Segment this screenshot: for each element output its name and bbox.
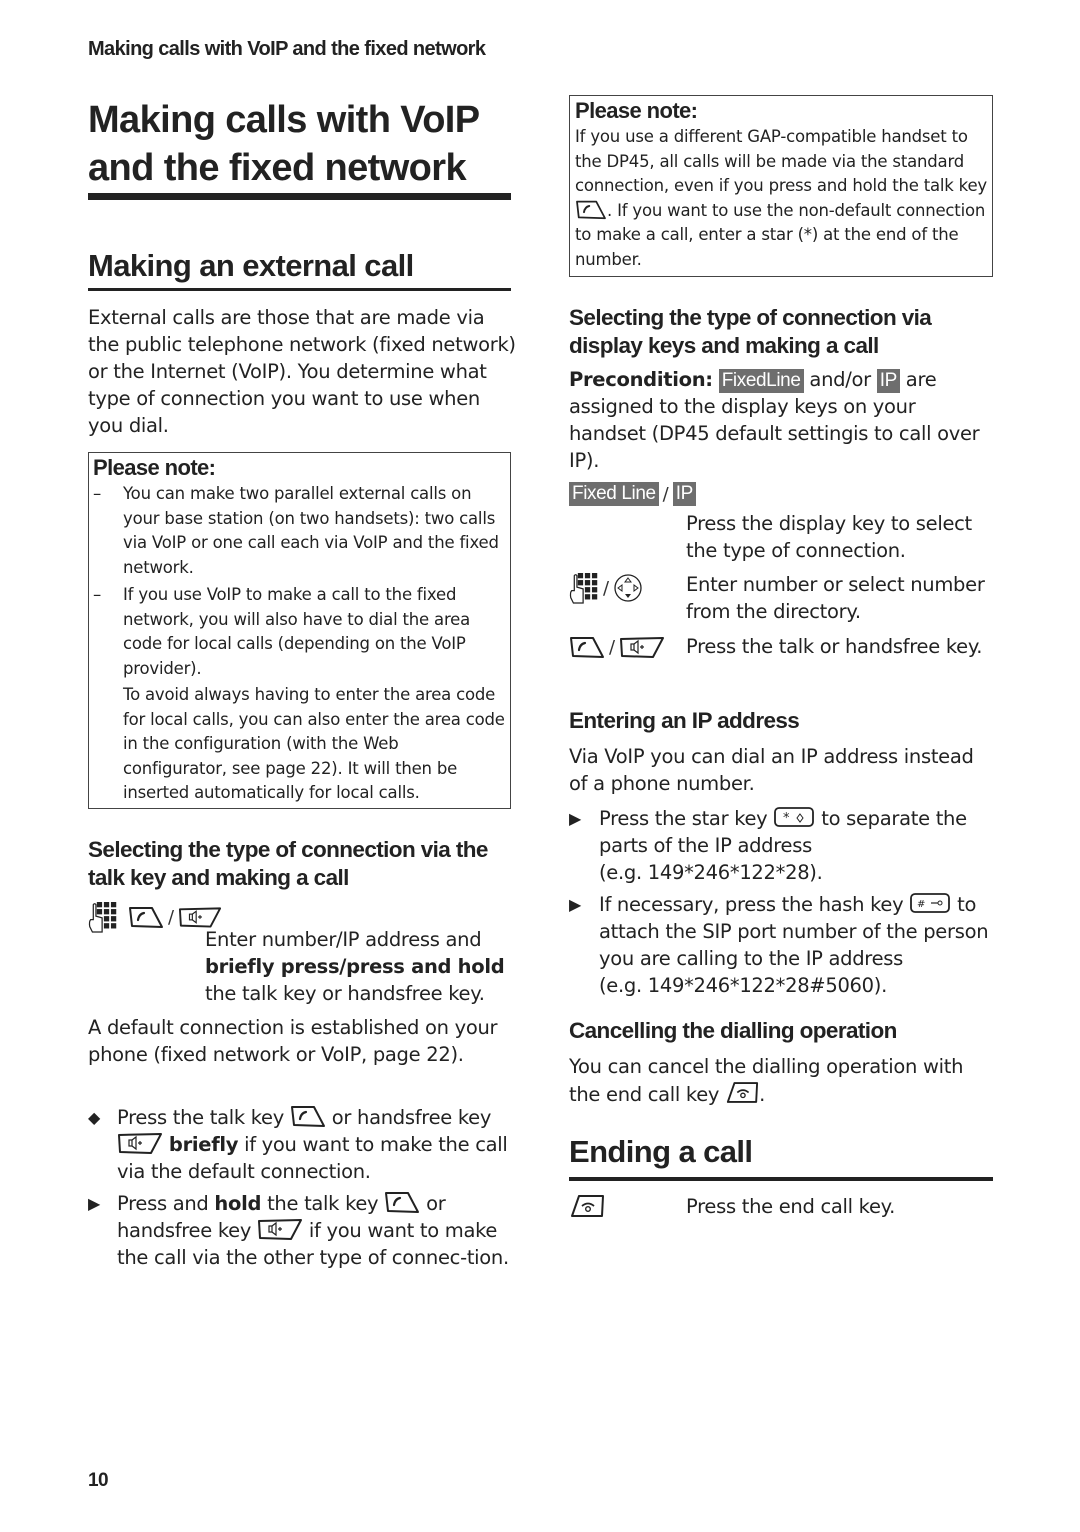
section-heading-display-keys: Selecting the type of connection via dis… — [569, 305, 932, 358]
bullet-text: If necessary, press the hash key — [599, 893, 904, 916]
note-title: Please note: — [575, 98, 698, 123]
page-number: 10 — [88, 1470, 109, 1491]
talkkey-icon-group: / — [88, 900, 222, 934]
note-item: – You can make two parallel external cal… — [93, 482, 506, 580]
page-title: Making calls with VoIP and the fixed net… — [88, 99, 479, 189]
ip-intro: Via VoIP you can dial an IP address inst… — [569, 745, 974, 795]
step-row-end-call: Press the end call key. — [569, 1193, 994, 1233]
external-call-intro: External calls are those that are made v… — [88, 306, 516, 437]
bullet-text: Press the star key — [599, 807, 768, 830]
softkey-ip: IP — [876, 369, 900, 393]
note-box-left: Please note: – You can make two parallel… — [88, 452, 511, 809]
note-list: – You can make two parallel external cal… — [93, 482, 506, 806]
list-item: ◆ Press the talk key or handsfree key br… — [88, 1104, 518, 1185]
running-head: Making calls with VoIP and the fixed net… — [88, 38, 486, 60]
text: and/or — [809, 368, 871, 391]
handsfree-key-icon — [619, 635, 665, 659]
talk-key-icon — [569, 635, 605, 659]
step-text: Press the display key to select the type… — [686, 512, 972, 562]
arrow-bullet-icon: ▶ — [569, 895, 582, 914]
section-heading-cancel-dialling: Cancelling the dialling operation — [569, 1018, 897, 1043]
bullet-text: the talk key — [267, 1192, 379, 1215]
desc-bold: briefly press/press and hold — [205, 955, 505, 978]
keypad-icon — [569, 571, 599, 605]
list-item: ▶ Press and hold the talk key or handsfr… — [88, 1190, 518, 1271]
note-item-text: If you use VoIP to make a call to the fi… — [123, 585, 471, 678]
softkey-fixed-line-button[interactable]: Fixed Line — [569, 482, 659, 506]
ip-bullets: ▶ Press the star key to separate the par… — [569, 805, 994, 1004]
star-key-icon — [773, 805, 815, 829]
note-item: – If you use VoIP to make a call to the … — [93, 583, 506, 806]
bullet-bold: hold — [214, 1192, 262, 1215]
talkkey-bullets: ◆ Press the talk key or handsfree key br… — [88, 1104, 518, 1276]
bullet-text: Press and — [117, 1192, 209, 1215]
list-item: ▶ Press the star key to separate the par… — [569, 805, 994, 886]
example-text: (e.g. 149*246*122*28#5060). — [599, 974, 887, 997]
dash-bullet: – — [93, 484, 102, 503]
note-item-text: You can make two parallel external calls… — [123, 484, 499, 577]
section-rule — [569, 1177, 993, 1181]
step-icons: / — [569, 635, 665, 659]
default-connection-text: A default connection is established on y… — [88, 1016, 498, 1066]
section-heading-ending-call: Ending a call — [569, 1134, 753, 1169]
talk-key-icon — [290, 1104, 326, 1128]
softkey-ip-button[interactable]: IP — [672, 482, 696, 506]
arrow-bullet-icon: ▶ — [88, 1194, 101, 1213]
end-call-key-icon — [569, 1193, 605, 1219]
talk-key-icon — [575, 199, 607, 220]
note-title: Please note: — [93, 455, 216, 480]
talk-key-icon — [128, 905, 164, 929]
example-text: (e.g. 149*246*122*28). — [599, 861, 823, 884]
section-heading-external-call: Making an external call — [88, 248, 414, 283]
punctuation: . — [759, 1083, 765, 1106]
bullet-bold: briefly — [168, 1133, 239, 1156]
handsfree-key-icon — [117, 1131, 163, 1155]
diamond-bullet-icon: ◆ — [88, 1108, 101, 1127]
bullet-text: or handsfree key — [331, 1106, 492, 1129]
keypad-icon — [88, 900, 118, 934]
end-call-key-icon — [725, 1080, 759, 1105]
arrow-bullet-icon: ▶ — [569, 809, 582, 828]
step-icons: / — [569, 571, 643, 605]
step-row-display-key: Fixed Line / IP Press the display key to… — [569, 482, 994, 562]
separator: / — [603, 577, 610, 599]
separator: / — [662, 483, 669, 505]
step-row-enter-number: / Enter number or select number from the… — [569, 571, 994, 631]
precondition-label: Precondition: — [569, 368, 713, 391]
hash-key-icon — [909, 891, 951, 915]
cancel-text-body: You can cancel the dialling operation wi… — [569, 1055, 964, 1106]
step-text: Enter number or select number from the d… — [686, 573, 985, 623]
control-key-icon — [613, 573, 643, 603]
section-heading-ip-address: Entering an IP address — [569, 708, 800, 733]
title-rule — [88, 193, 511, 200]
step-icons — [569, 1193, 605, 1219]
precondition-text: Precondition: FixedLine and/or IP are as… — [569, 366, 994, 474]
note-text-pre: If you use a different GAP-compatible ha… — [575, 127, 987, 195]
desc-text: the talk key or handsfree key. — [205, 982, 485, 1005]
step-icons: Fixed Line / IP — [569, 482, 696, 506]
separator: / — [609, 636, 616, 658]
note-text: If you use a different GAP-compatible ha… — [575, 125, 988, 272]
dash-bullet: – — [93, 585, 102, 604]
section-rule — [88, 288, 511, 291]
talk-key-icon — [384, 1190, 420, 1214]
separator: / — [168, 906, 175, 928]
step-text: Press the talk or handsfree key. — [686, 635, 983, 658]
step-row-talk: / Press the talk or handsfree key. — [569, 633, 994, 693]
talkkey-description: Enter number/IP address and briefly pres… — [205, 926, 515, 1007]
list-item: ▶ If necessary, press the hash key to at… — [569, 891, 994, 999]
note-box-right: Please note: If you use a different GAP-… — [569, 95, 993, 277]
note-item-continuation: To avoid always having to enter the area… — [123, 685, 505, 802]
section-heading-talk-key: Selecting the type of connection via the… — [88, 837, 488, 890]
bullet-text: Press the talk key — [117, 1106, 284, 1129]
note-text-post: . If you want to use the non-default con… — [575, 200, 986, 269]
desc-text: Enter number/IP address and — [205, 928, 482, 951]
softkey-fixedline: FixedLine — [718, 369, 804, 393]
handsfree-key-icon — [257, 1217, 303, 1241]
step-text: Press the end call key. — [686, 1195, 896, 1218]
cancel-text: You can cancel the dialling operation wi… — [569, 1053, 994, 1108]
